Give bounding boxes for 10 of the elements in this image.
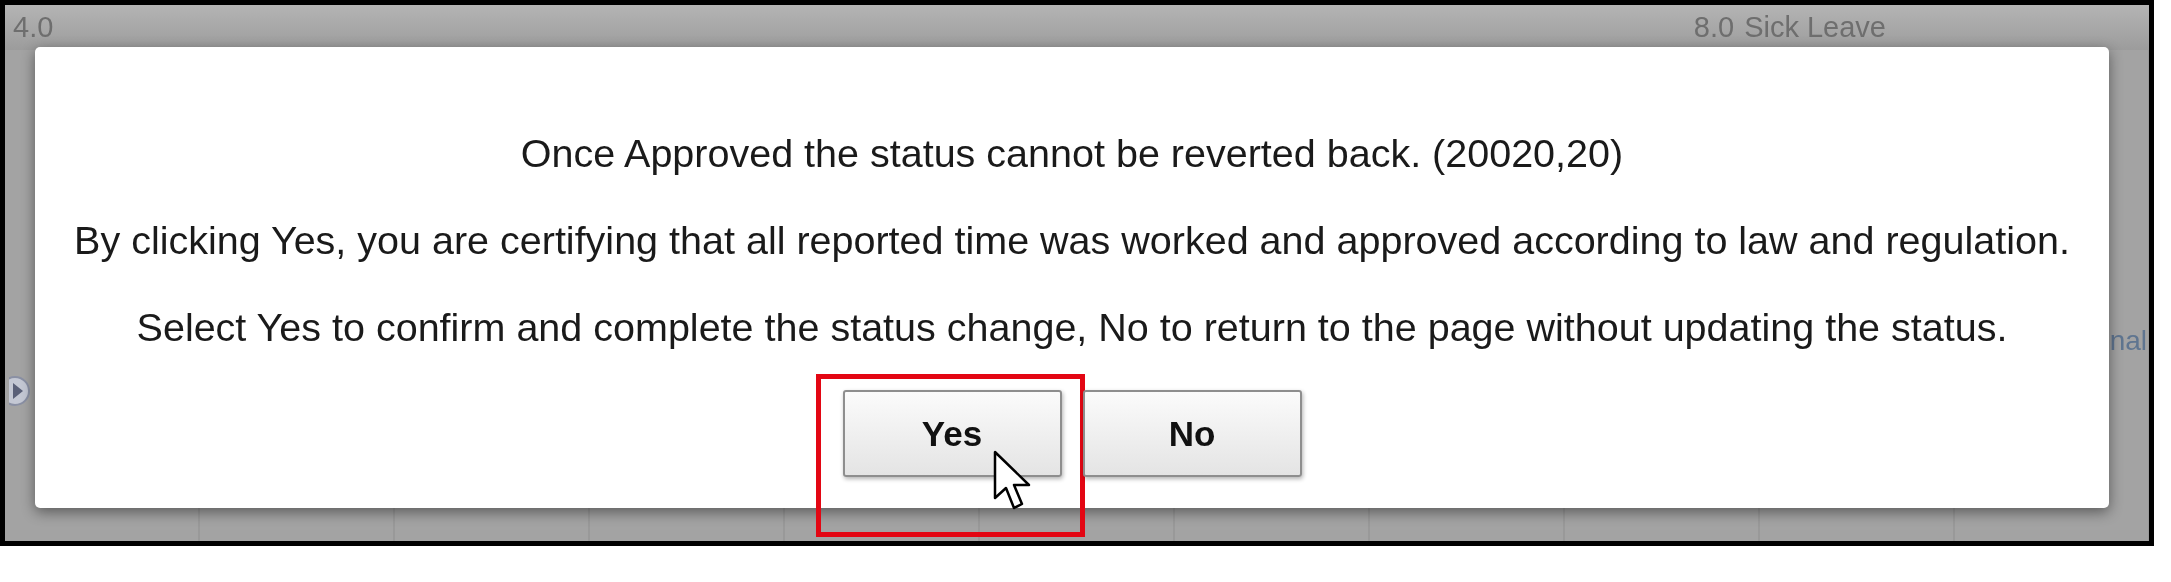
table-cell: 4.0 [13, 10, 54, 44]
dialog-message: Select Yes to confirm and complete the status change, No to return to the page without updating the status. [136, 304, 2008, 351]
table-cell: Sick Leave [1744, 10, 1886, 44]
table-cell: nal [2109, 325, 2147, 357]
table-cell: 8.0 [1693, 10, 1735, 44]
play-icon[interactable] [9, 376, 33, 406]
no-button[interactable]: No [1082, 390, 1302, 477]
dialog-message: By clicking Yes, you are certifying that all reported time was worked and approved according to law and regulation. [74, 217, 2070, 264]
yes-button[interactable]: Yes [842, 390, 1062, 477]
dialog-message: Once Approved the status cannot be reverted back. (20020,20) [520, 130, 1624, 177]
